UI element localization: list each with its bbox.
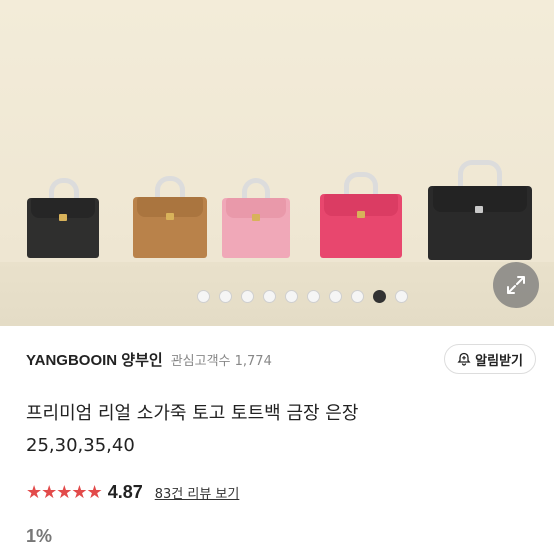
gallery-page-dot[interactable]	[196, 290, 210, 303]
product-title: 프리미엄 리얼 소가죽 토고 토트백 금장 은장 25,30,35,40	[26, 398, 536, 462]
gallery-page-dot[interactable]	[328, 290, 342, 303]
gallery-page-dot[interactable]	[218, 290, 232, 303]
rating-value: 4.87	[107, 481, 143, 502]
gallery-page-dot[interactable]	[306, 290, 320, 303]
expand-arrows-icon	[507, 276, 525, 294]
review-link[interactable]: 83건 리뷰 보기	[155, 483, 240, 502]
gallery-page-dot[interactable]	[284, 290, 298, 303]
product-image-bag-black-small	[27, 178, 99, 258]
product-image-bag-fuchsia	[320, 172, 402, 258]
star-rating-icons: ★★★★★	[26, 481, 103, 503]
notification-button-label: 알림받기	[475, 353, 523, 369]
discount-rate: 1%	[26, 526, 53, 546]
product-title-line-2: 25,30,35,40	[26, 435, 135, 456]
bell-plus-icon	[457, 352, 471, 366]
notification-subscribe-button[interactable]: 알림받기	[444, 344, 536, 374]
product-image-gallery[interactable]	[0, 0, 554, 326]
seller-info-row: YANGBOOIN 양부인 관심고객수 1,774 알림받기	[26, 344, 536, 374]
gallery-pagination	[0, 290, 554, 304]
gallery-page-dot[interactable]	[350, 290, 364, 303]
gallery-page-dot[interactable]	[372, 290, 386, 303]
product-image-bag-black-large	[428, 160, 532, 260]
follower-count: 관심고객수 1,774	[170, 353, 272, 369]
product-image-bag-pink	[222, 178, 290, 258]
product-image-bag-tan	[133, 176, 207, 258]
gallery-page-dot[interactable]	[240, 290, 254, 303]
rating-row: ★★★★★ 4.87 83건 리뷰 보기	[26, 480, 239, 504]
gallery-page-dot[interactable]	[262, 290, 276, 303]
expand-image-button[interactable]	[493, 262, 539, 308]
seller-name-link[interactable]: YANGBOOIN 양부인	[26, 349, 163, 370]
gallery-page-dot[interactable]	[394, 290, 408, 303]
product-title-line-1: 프리미엄 리얼 소가죽 토고 토트백 금장 은장	[26, 403, 359, 424]
